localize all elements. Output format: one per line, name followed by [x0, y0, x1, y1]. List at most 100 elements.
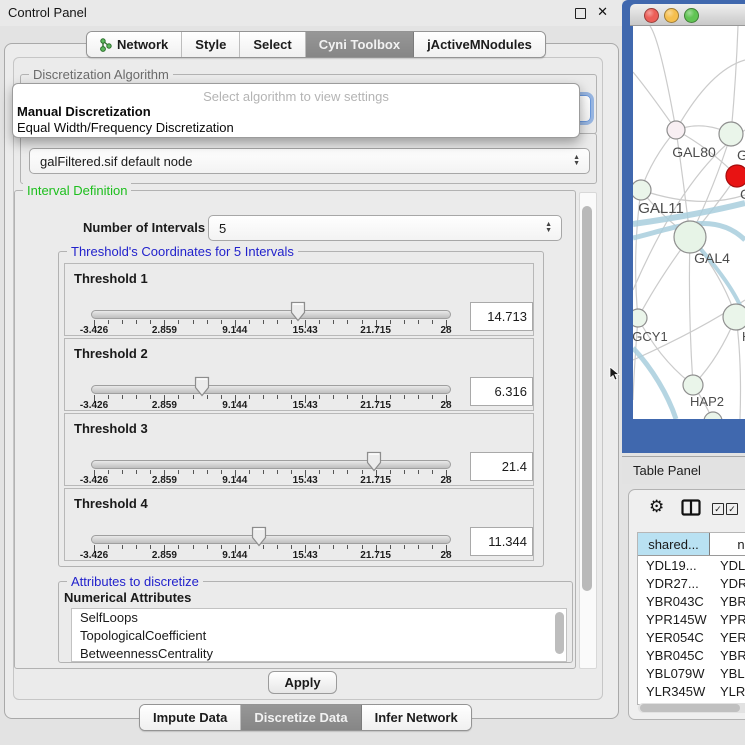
tab-discretize-data[interactable]: Discretize Data [241, 705, 361, 730]
attribute-item-selfloops[interactable]: SelfLoops [72, 609, 566, 627]
tab-label: Cyni Toolbox [319, 37, 400, 52]
threshold-value-field[interactable]: 21.4 [470, 452, 533, 481]
table-row[interactable]: YLR345WYLR3 [638, 682, 745, 700]
column-header-shared[interactable]: shared... [638, 533, 710, 555]
network-window-titlebar[interactable] [630, 4, 745, 26]
network-node-ga[interactable] [719, 122, 743, 146]
table-hscrollbar[interactable] [638, 703, 745, 713]
mac-minimize-button[interactable] [664, 8, 679, 23]
number-of-intervals-combobox[interactable]: 5 ▲▼ [208, 215, 562, 241]
network-canvas[interactable]: GAL80GACGAL11GAL4GCY1HHAP2 [633, 26, 745, 419]
threshold-value-field[interactable]: 14.713 [470, 302, 533, 331]
slider-track[interactable] [91, 460, 451, 469]
slider-thumb[interactable] [366, 451, 382, 472]
tab-impute-data[interactable]: Impute Data [140, 705, 241, 730]
minor-tick [319, 320, 320, 324]
table-row[interactable]: YBL079WYBL0 [638, 664, 745, 682]
mac-close-button[interactable] [644, 8, 659, 23]
slider-thumb[interactable] [194, 376, 210, 397]
mac-zoom-button[interactable] [684, 8, 699, 23]
tab-style[interactable]: Style [182, 32, 240, 57]
table-row[interactable]: YBR045CYBR0 [638, 646, 745, 664]
threshold-label: Threshold 4 [74, 496, 148, 511]
network-node-gcy1[interactable] [633, 309, 647, 327]
slider-track[interactable] [91, 310, 451, 319]
network-thick-edge[interactable] [633, 348, 676, 419]
minor-tick [178, 395, 179, 399]
attribute-item-betweennesscentrality[interactable]: BetweennessCentrality [72, 645, 566, 662]
network-node-label: GAL11 [638, 200, 684, 217]
top-tab-bar: NetworkStyleSelect Cyni Toolbox jActiveMNo… [86, 31, 546, 58]
threshold-value-field[interactable]: 6.316 [470, 377, 533, 406]
gear-icon[interactable]: ⚙ [649, 497, 664, 517]
float-window-icon[interactable] [575, 8, 586, 19]
network-edge[interactable] [731, 26, 738, 134]
table-hscrollbar-thumb[interactable] [640, 704, 740, 712]
list-scrollbar[interactable] [555, 612, 564, 654]
network-edge[interactable] [689, 237, 693, 385]
threshold-4-row: Threshold 4-3.4262.8599.14415.4321.71528… [64, 488, 534, 561]
minor-tick [277, 395, 278, 399]
network-node-gal11[interactable] [633, 180, 651, 200]
cell-name: YBR0 [709, 648, 745, 663]
table-data-combobox[interactable]: galFiltered.sif default node ▲▼ [29, 148, 590, 174]
minor-tick [207, 470, 208, 474]
minor-tick [122, 470, 123, 474]
network-node-h[interactable] [723, 304, 745, 330]
tick-label: -3.426 [80, 325, 108, 336]
algorithm-placeholder-option[interactable]: Select algorithm to view settings [13, 89, 579, 104]
threshold-value-field[interactable]: 11.344 [470, 527, 533, 556]
tab-infer-network[interactable]: Infer Network [362, 705, 471, 730]
network-edge[interactable] [633, 72, 676, 130]
apply-button[interactable]: Apply [268, 671, 337, 694]
minor-tick [362, 470, 363, 474]
algorithm-option-manual[interactable]: Manual Discretization [16, 104, 151, 119]
attribute-item-topologicalcoefficient[interactable]: TopologicalCoefficient [72, 627, 566, 645]
tick-label: 28 [440, 550, 451, 561]
cell-shared-name: YBR043C [638, 594, 709, 609]
tab-label: Infer Network [375, 710, 458, 725]
table-row[interactable]: YBR043CYBR0 [638, 592, 745, 610]
split-columns-icon[interactable] [681, 499, 701, 516]
close-icon[interactable]: ✕ [597, 4, 608, 20]
node-attribute-table: shared...na... YDL19...YDL1YDR27...YDR2Y… [637, 532, 745, 705]
minor-tick [136, 395, 137, 399]
tick-label: 2.859 [152, 475, 177, 486]
table-row[interactable]: YPR145WYPR1 [638, 610, 745, 628]
network-node-gal80[interactable] [667, 121, 685, 139]
cell-name: YDL1 [709, 558, 745, 573]
discretization-algorithm-group-title: Discretization Algorithm [29, 67, 173, 82]
cell-shared-name: YDL19... [638, 558, 709, 573]
content-scrollbar-thumb[interactable] [582, 206, 592, 591]
table-row[interactable]: YDR27...YDR2 [638, 574, 745, 592]
network-node-node-bottom-edge[interactable] [704, 412, 722, 419]
network-node-hap2[interactable] [683, 375, 703, 395]
network-node-gal4[interactable] [674, 221, 706, 253]
minor-tick [347, 320, 348, 324]
slider-thumb[interactable] [251, 526, 267, 547]
network-icon [100, 38, 112, 52]
cell-shared-name: YPR145W [638, 612, 709, 627]
table-panel-titlebar: Table Panel [622, 456, 745, 484]
numerical-attributes-heading: Numerical Attributes [64, 590, 191, 605]
tab-jactivemnodules[interactable]: jActiveMNodules [414, 32, 545, 57]
content-scrollbar-track[interactable] [579, 192, 597, 669]
table-row[interactable]: YDL19...YDL1 [638, 556, 745, 574]
network-node-c[interactable] [726, 165, 745, 187]
slider-track[interactable] [91, 385, 451, 394]
column-header-na[interactable]: na... [710, 533, 745, 555]
tab-select[interactable]: Select [240, 32, 305, 57]
slider-thumb[interactable] [290, 301, 306, 322]
table-row[interactable]: YER054CYER0 [638, 628, 745, 646]
tick-label: 15.43 [293, 325, 318, 336]
network-edge[interactable] [650, 26, 676, 130]
tab-network[interactable]: Network [87, 32, 182, 57]
numerical-attributes-list: SelfLoopsTopologicalCoefficientBetweenne… [71, 608, 567, 662]
checkbox-icon[interactable]: ✓ [712, 503, 724, 515]
slider-track[interactable] [91, 535, 451, 544]
network-edge[interactable] [736, 317, 741, 419]
network-node-label: GAL4 [694, 250, 730, 266]
checkbox-icon[interactable]: ✓ [726, 503, 738, 515]
algorithm-option-equal-width[interactable]: Equal Width/Frequency Discretization [16, 120, 234, 135]
tab-cyni-toolbox[interactable]: Cyni Toolbox [306, 32, 414, 57]
